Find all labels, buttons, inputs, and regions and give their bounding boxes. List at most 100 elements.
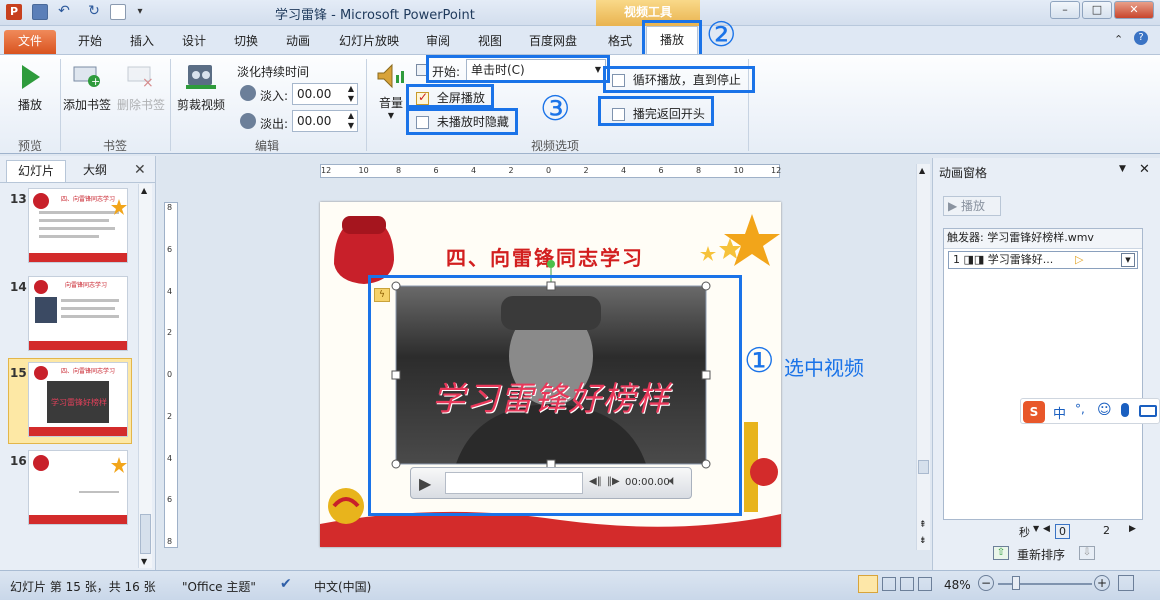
- language[interactable]: 中文(中国): [314, 578, 371, 595]
- group-divider: [170, 59, 171, 151]
- microphone-icon[interactable]: [1121, 403, 1129, 417]
- slide-number: 13: [10, 192, 27, 206]
- maximize-button[interactable]: □: [1082, 1, 1112, 19]
- fade-out-spinner[interactable]: 00.00 ▲ ▼: [292, 110, 358, 132]
- timeline-two: 2: [1103, 524, 1110, 537]
- slides-scrollbar[interactable]: ▲ ▼: [138, 184, 152, 568]
- trigger-row[interactable]: 触发器: 学习雷锋好榜样.wmv: [944, 229, 1142, 249]
- zoom-slider-thumb[interactable]: [1012, 576, 1020, 590]
- close-panel-icon[interactable]: ✕: [134, 162, 146, 178]
- pane-menu-icon[interactable]: ▼: [1119, 164, 1126, 174]
- spinner-arrows-icon[interactable]: ▲ ▼: [348, 84, 354, 104]
- tab-format[interactable]: 格式: [598, 30, 642, 54]
- tab-slides[interactable]: 幻灯片: [6, 160, 66, 182]
- next-slide-icon[interactable]: ⇟: [919, 536, 927, 546]
- zoom-out-icon[interactable]: −: [978, 575, 994, 591]
- anim-play-label: 播放: [961, 199, 986, 213]
- fit-to-window-icon[interactable]: [1118, 575, 1134, 591]
- tab-outline[interactable]: 大纲: [68, 160, 122, 182]
- animation-item[interactable]: 1 ◨◨ 学习雷锋好... ▷ ▼: [948, 251, 1138, 269]
- slide-13-preview: 四、向雷锋同志学习: [29, 193, 127, 262]
- preview-play-button[interactable]: 播放: [8, 59, 52, 117]
- fade-in-spinner[interactable]: 00.00 ▲ ▼: [292, 83, 358, 105]
- group-label-bookmarks: 书签: [102, 139, 127, 153]
- new-file-icon[interactable]: [110, 4, 126, 20]
- animation-pane-title: 动画窗格: [939, 166, 988, 180]
- spinner-arrows-icon[interactable]: ▲ ▼: [348, 111, 354, 131]
- slide-thumbnail-15[interactable]: 四、向雷锋同志学习 学习雷锋好榜样: [28, 362, 128, 437]
- trim-video-button[interactable]: 剪裁视频: [172, 59, 230, 117]
- animation-list: 触发器: 学习雷锋好榜样.wmv 1 ◨◨ 学习雷锋好... ▷ ▼: [943, 228, 1143, 520]
- scroll-up-icon[interactable]: ▲: [141, 186, 147, 195]
- seconds-dropdown-icon[interactable]: ▼: [1033, 524, 1039, 533]
- highlight-playback-tab: [642, 20, 702, 58]
- tab-transitions[interactable]: 切换: [224, 30, 268, 54]
- ime-chinese-mode[interactable]: 中: [1053, 403, 1066, 422]
- slideshow-view-icon[interactable]: [918, 577, 932, 591]
- spell-check-icon[interactable]: ✔︎: [280, 576, 292, 592]
- anim-play-button[interactable]: ▶ 播放: [943, 196, 1001, 216]
- tab-baidu-netdisk[interactable]: 百度网盘: [520, 30, 586, 54]
- tab-animations[interactable]: 动画: [276, 30, 320, 54]
- animation-pane: 动画窗格 ▼ ✕ ▶ 播放 触发器: 学习雷锋好榜样.wmv 1 ◨◨ 学习雷锋…: [932, 158, 1160, 570]
- timeline-right-icon[interactable]: ▶: [1129, 524, 1136, 534]
- group-divider: [366, 59, 367, 151]
- chevron-down-icon[interactable]: ▼: [1121, 253, 1135, 267]
- add-bookmark-label: 添加书签: [62, 98, 111, 112]
- normal-view-icon[interactable]: [858, 575, 878, 593]
- tab-slideshow[interactable]: 幻灯片放映: [330, 30, 408, 54]
- slide-thumbnail-14[interactable]: 向雷锋同志学习: [28, 276, 128, 351]
- ime-punctuation[interactable]: °,: [1075, 402, 1085, 416]
- tab-file[interactable]: 文件: [4, 30, 56, 54]
- scroll-thumb[interactable]: [918, 460, 929, 474]
- ruler-tick-label: 8: [167, 203, 173, 212]
- prev-slide-icon[interactable]: ⇞: [919, 520, 927, 530]
- slide-sorter-icon[interactable]: [882, 577, 896, 591]
- tab-insert[interactable]: 插入: [120, 30, 164, 54]
- powerpoint-logo-icon[interactable]: P: [6, 4, 22, 20]
- reading-view-icon[interactable]: [900, 577, 914, 591]
- tab-review[interactable]: 审阅: [416, 30, 460, 54]
- scroll-up-icon[interactable]: ▲: [919, 166, 925, 175]
- keyboard-icon[interactable]: [1139, 405, 1157, 417]
- slide-15-preview: 四、向雷锋同志学习学习雷锋好榜样: [29, 366, 127, 436]
- tab-design[interactable]: 设计: [172, 30, 216, 54]
- ruler-tick-label: 6: [167, 244, 173, 254]
- remove-bookmark-button[interactable]: × 删除书签: [114, 59, 168, 117]
- volume-button[interactable]: 音量 ▼: [372, 59, 410, 129]
- move-down-icon[interactable]: ⇩: [1079, 546, 1095, 560]
- tab-view[interactable]: 视图: [468, 30, 512, 54]
- timeline-left-icon[interactable]: ◀: [1043, 524, 1050, 534]
- ruler-tick-label: 2: [508, 166, 514, 175]
- play-green-icon: [22, 65, 40, 89]
- customize-qat-icon[interactable]: ▾: [132, 4, 148, 20]
- slide-thumbnail-13[interactable]: 四、向雷锋同志学习: [28, 188, 128, 263]
- slide-number: 15: [10, 366, 27, 380]
- close-pane-icon[interactable]: ✕: [1139, 162, 1150, 177]
- slide-thumbnail-16[interactable]: [28, 450, 128, 525]
- editor-scrollbar[interactable]: ▲ ⇞ ⇟: [916, 164, 930, 550]
- trim-video-icon: [186, 65, 216, 89]
- add-bookmark-button[interactable]: + 添加书签: [60, 59, 114, 117]
- sogou-ime-icon[interactable]: S: [1023, 401, 1045, 423]
- tab-home[interactable]: 开始: [68, 30, 112, 54]
- redo-icon[interactable]: ↻: [86, 4, 102, 20]
- ruler-tick-label: 2: [167, 328, 173, 338]
- emoji-icon[interactable]: ☺: [1097, 402, 1112, 418]
- theme-name[interactable]: "Office 主题": [182, 578, 256, 595]
- ruler-tick-label: 6: [658, 166, 664, 175]
- scroll-down-icon[interactable]: ▼: [141, 557, 147, 566]
- collapse-ribbon-icon[interactable]: ⌃: [1114, 33, 1123, 46]
- scroll-thumb[interactable]: [140, 514, 151, 554]
- tab-divider: [0, 182, 156, 183]
- move-up-icon[interactable]: ⇧: [993, 546, 1009, 560]
- close-button[interactable]: ✕: [1114, 1, 1154, 19]
- help-icon[interactable]: ?: [1134, 31, 1148, 45]
- zoom-in-icon[interactable]: +: [1094, 575, 1110, 591]
- zoom-level[interactable]: 48%: [944, 578, 971, 592]
- slide-number: 16: [10, 454, 27, 468]
- annotation-1: ①: [744, 341, 775, 381]
- save-icon[interactable]: [32, 4, 48, 20]
- minimize-button[interactable]: –: [1050, 1, 1080, 19]
- undo-icon[interactable]: ↶: [56, 4, 72, 20]
